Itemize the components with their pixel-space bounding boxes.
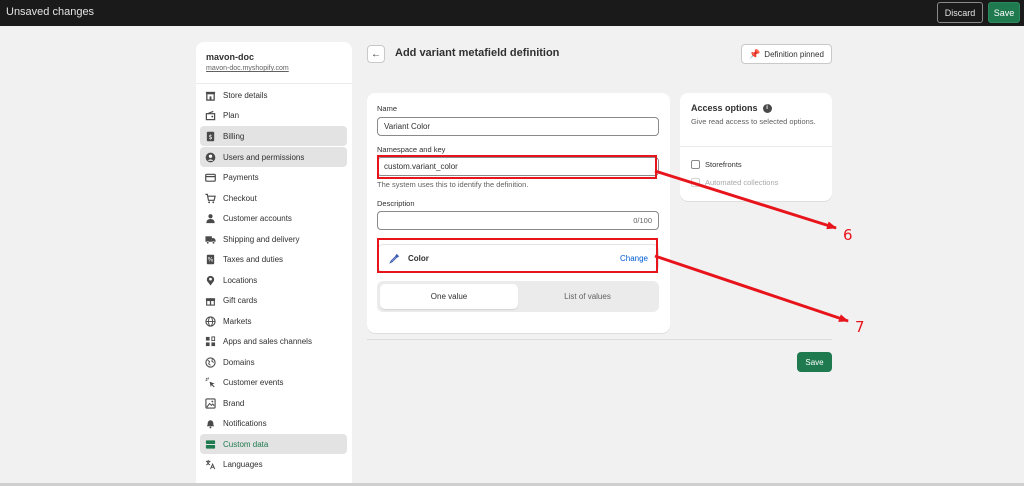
annotation-arrows [654, 169, 849, 323]
annotation-number-7: 7 [855, 318, 865, 336]
annotation-number-6: 6 [843, 226, 853, 244]
arrow-to-7 [654, 254, 849, 323]
arrow-to-6 [654, 169, 837, 230]
